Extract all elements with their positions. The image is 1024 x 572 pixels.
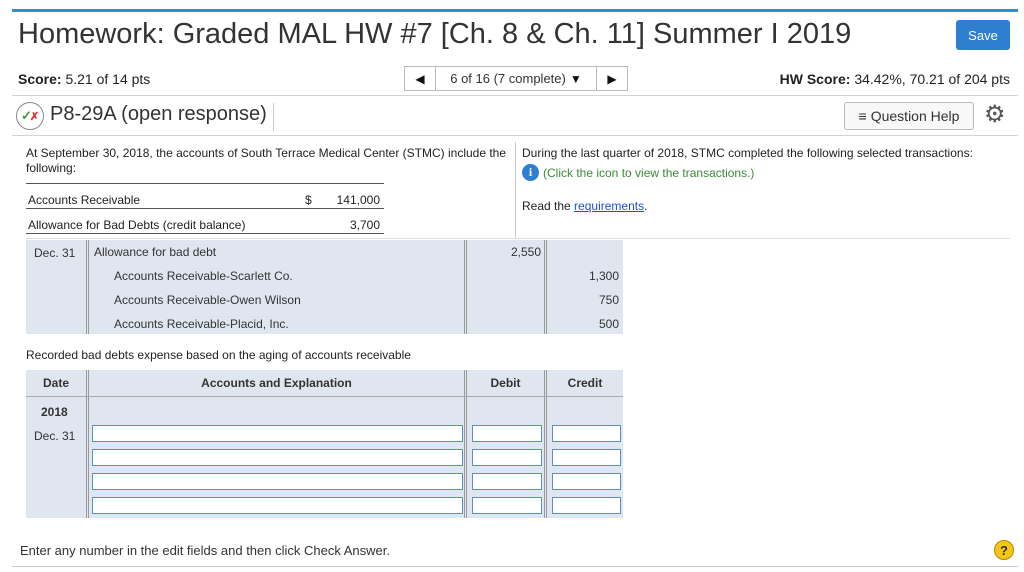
footer-instruction: Enter any number in the edit fields and … bbox=[20, 543, 390, 558]
entry-account: Accounts Receivable-Placid, Inc. bbox=[114, 317, 289, 331]
score-label: Score: bbox=[18, 71, 62, 87]
journal-entry-form: Date Accounts and Explanation Debit Cred… bbox=[26, 370, 623, 518]
hw-score: HW Score: 34.42%, 70.21 of 204 pts bbox=[780, 71, 1010, 87]
debit-input[interactable] bbox=[472, 425, 542, 442]
debit-input[interactable] bbox=[472, 449, 542, 466]
list-icon: ≡ bbox=[858, 108, 867, 124]
header-rule bbox=[26, 396, 623, 397]
read-end: . bbox=[644, 199, 648, 213]
question-count: 6 of 16 (7 complete) bbox=[450, 71, 566, 86]
table-row: Accounts Receivable $ 141,000 bbox=[26, 184, 384, 209]
entry-year: 2018 bbox=[41, 405, 68, 419]
account-amount: 3,700 bbox=[349, 218, 380, 232]
entry-date: Dec. 31 bbox=[34, 246, 76, 260]
credit-input[interactable] bbox=[552, 425, 621, 442]
debit-input[interactable] bbox=[472, 473, 542, 490]
info-icon[interactable]: i bbox=[522, 164, 539, 181]
problem-intro: At September 30, 2018, the accounts of S… bbox=[26, 146, 507, 175]
account-input[interactable] bbox=[92, 497, 463, 514]
question-navigator: ◀ 6 of 16 (7 complete) ▼ ▶ bbox=[404, 66, 628, 91]
question-title: P8-29A (open response) bbox=[50, 103, 274, 131]
column-divider bbox=[515, 142, 516, 238]
footer-rule bbox=[12, 566, 1018, 567]
account-input[interactable] bbox=[92, 425, 463, 442]
homework-title: Homework: Graded MAL HW #7 [Ch. 8 & Ch. … bbox=[18, 18, 852, 50]
section-divider bbox=[26, 238, 1010, 239]
question-header: ✓ ✗ P8-29A (open response) ≡ Question Hel… bbox=[12, 98, 1018, 136]
account-name: Allowance for Bad Debts (credit balance) bbox=[28, 218, 246, 232]
transactions-link[interactable]: i (Click the icon to view the transactio… bbox=[522, 164, 754, 181]
debit-input[interactable] bbox=[472, 497, 542, 514]
score-bar: Score: 5.21 of 14 pts ◀ 6 of 16 (7 compl… bbox=[12, 64, 1018, 96]
entry-credit: 1,300 bbox=[588, 269, 619, 283]
account-name: Accounts Receivable bbox=[28, 193, 141, 207]
score-value: 5.21 of 14 pts bbox=[65, 71, 151, 87]
account-input[interactable] bbox=[92, 473, 463, 490]
header-accent-rule bbox=[12, 9, 1018, 12]
account-input[interactable] bbox=[92, 449, 463, 466]
question-help-label: Question Help bbox=[870, 108, 960, 124]
requirements-line: Read the requirements. bbox=[522, 199, 647, 213]
credit-input[interactable] bbox=[552, 449, 621, 466]
transactions-text: During the last quarter of 2018, STMC co… bbox=[522, 146, 973, 160]
credit-header: Credit bbox=[567, 376, 603, 390]
requirements-link[interactable]: requirements bbox=[574, 199, 644, 213]
dropdown-triangle-icon: ▼ bbox=[569, 71, 582, 86]
debit-header: Debit bbox=[490, 376, 521, 390]
account-amount: 141,000 bbox=[336, 193, 380, 207]
help-icon[interactable]: ? bbox=[994, 540, 1014, 560]
date-header: Date bbox=[42, 376, 69, 390]
grid-line bbox=[86, 240, 89, 334]
accounts-header: Accounts and Explanation bbox=[201, 376, 352, 390]
prev-question-icon[interactable]: ◀ bbox=[404, 66, 436, 91]
next-question-icon[interactable]: ▶ bbox=[596, 66, 628, 91]
question-score: Score: 5.21 of 14 pts bbox=[18, 71, 150, 87]
entry-account: Allowance for bad debt bbox=[94, 245, 217, 259]
entry-date: Dec. 31 bbox=[34, 429, 76, 443]
hw-score-value: 34.42%, 70.21 of 204 pts bbox=[854, 71, 1010, 87]
read-text: Read the bbox=[522, 199, 575, 213]
given-journal-entry: Dec. 31 Allowance for bad debt 2,550 Acc… bbox=[26, 240, 623, 334]
transactions-link-text[interactable]: (Click the icon to view the transactions… bbox=[543, 166, 754, 180]
table-row: Allowance for Bad Debts (credit balance)… bbox=[26, 209, 384, 234]
gear-icon[interactable]: ⚙ bbox=[984, 100, 1006, 129]
grid-line bbox=[544, 240, 547, 334]
currency-symbol: $ bbox=[305, 193, 312, 207]
entry-debit: 2,550 bbox=[510, 245, 541, 259]
accounts-table: Accounts Receivable $ 141,000 Allowance … bbox=[26, 183, 384, 234]
save-button[interactable]: Save bbox=[956, 20, 1010, 50]
question-help-button[interactable]: ≡ Question Help bbox=[844, 102, 974, 130]
partial-credit-icon: ✓ ✗ bbox=[16, 102, 44, 130]
entry-credit: 750 bbox=[598, 293, 619, 307]
entry-credit: 500 bbox=[598, 317, 619, 331]
grid-line bbox=[464, 240, 467, 334]
question-selector[interactable]: 6 of 16 (7 complete) ▼ bbox=[436, 66, 596, 91]
entry-account: Accounts Receivable-Owen Wilson bbox=[114, 293, 301, 307]
credit-input[interactable] bbox=[552, 473, 621, 490]
entry-account: Accounts Receivable-Scarlett Co. bbox=[114, 269, 293, 283]
hw-score-label: HW Score: bbox=[779, 71, 851, 87]
credit-input[interactable] bbox=[552, 497, 621, 514]
entry-instruction: Recorded bad debts expense based on the … bbox=[26, 348, 411, 362]
